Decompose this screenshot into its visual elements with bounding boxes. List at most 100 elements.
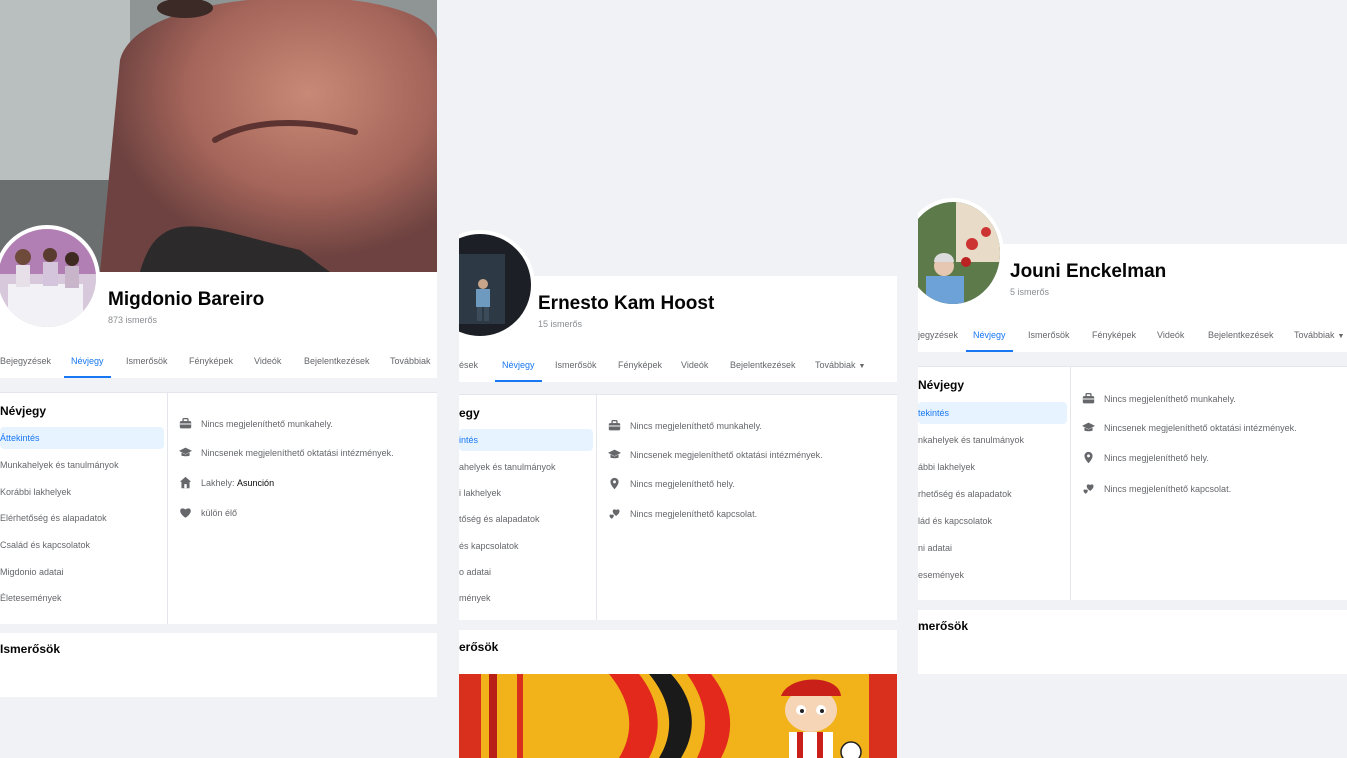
- sidebar-item-life-events[interactable]: események: [918, 564, 964, 586]
- friend-photo-thumbnail[interactable]: [459, 674, 897, 758]
- sidebar-item-work-education[interactable]: nkahelyek és tanulmányok: [918, 429, 1024, 451]
- briefcase-icon: [608, 419, 621, 432]
- info-row-residence: Lakhely: Asunción: [179, 476, 274, 489]
- sidebar-item-details[interactable]: ni adatai: [918, 537, 952, 559]
- info-row-work: Nincs megjeleníthető munkahely.: [179, 417, 333, 430]
- sidebar-item-life-events[interactable]: mények: [459, 587, 491, 609]
- sidebar-item-work-education[interactable]: ahelyek és tanulmányok: [459, 456, 556, 478]
- tab-posts[interactable]: jegyzések: [918, 320, 958, 352]
- sidebar-item-overview[interactable]: intés: [459, 429, 593, 451]
- info-text: Nincs megjeleníthető kapcsolat.: [630, 508, 758, 519]
- tab-videos[interactable]: Videók: [254, 346, 281, 378]
- friends-section: erősök: [459, 630, 897, 674]
- relationship-hearts-icon: [608, 507, 621, 520]
- tab-about[interactable]: Névjegy: [495, 350, 542, 382]
- tab-posts[interactable]: ések: [459, 350, 478, 382]
- info-row-place: Nincs megjeleníthető hely.: [608, 477, 735, 490]
- graduation-cap-icon: [179, 446, 192, 459]
- sidebar-item-places[interactable]: i lakhelyek: [459, 482, 501, 504]
- residence-value[interactable]: Asunción: [237, 478, 274, 488]
- relationship-hearts-icon: [1082, 482, 1095, 495]
- info-text: Nincs megjeleníthető munkahely.: [201, 418, 333, 429]
- info-text: Nincs megjeleníthető hely.: [1104, 452, 1209, 463]
- tab-videos[interactable]: Videók: [1157, 320, 1184, 352]
- briefcase-icon: [179, 417, 192, 430]
- graduation-cap-icon: [608, 448, 621, 461]
- info-text: Lakhely:: [201, 477, 235, 488]
- tab-videos[interactable]: Videók: [681, 350, 708, 382]
- tab-more[interactable]: Továbbiak ▼: [815, 350, 865, 382]
- about-sidebar: Névjegy Áttekintés Munkahelyek és tanulm…: [0, 393, 168, 624]
- tab-photos[interactable]: Fényképek: [189, 346, 233, 378]
- info-text: Nincs megjeleníthető munkahely.: [630, 420, 762, 431]
- about-section: Névjegy Áttekintés Munkahelyek és tanulm…: [0, 392, 437, 624]
- sidebar-item-contact[interactable]: tőség és alapadatok: [459, 508, 540, 530]
- info-row-relationship: külön élő: [179, 506, 237, 519]
- about-section: egy intés ahelyek és tanulmányok i lakhe…: [459, 394, 897, 620]
- info-text: Nincs megjeleníthető kapcsolat.: [1104, 483, 1232, 494]
- info-row-education: Nincsenek megjeleníthető oktatási intézm…: [1082, 421, 1297, 434]
- info-row-place: Nincs megjeleníthető hely.: [1082, 451, 1209, 464]
- friends-section: merősök: [918, 610, 1347, 674]
- tab-posts[interactable]: Bejegyzések: [0, 346, 51, 378]
- info-row-work: Nincs megjeleníthető munkahely.: [1082, 392, 1236, 405]
- profile-name: Jouni Enckelman: [1010, 261, 1167, 282]
- tab-more[interactable]: Továbbiak ▼: [1294, 320, 1344, 352]
- tab-more[interactable]: Továbbiak: [390, 346, 431, 378]
- sidebar-item-family[interactable]: Család és kapcsolatok: [0, 534, 90, 556]
- sidebar-item-contact[interactable]: Elérhetőség és alapadatok: [0, 507, 107, 529]
- tab-checkins[interactable]: Bejelentkezések: [730, 350, 796, 382]
- sidebar-item-details[interactable]: o adatai: [459, 561, 491, 583]
- location-pin-icon: [608, 477, 621, 490]
- info-text: Nincsenek megjeleníthető oktatási intézm…: [201, 447, 394, 458]
- about-section: Névjegy tekintés nkahelyek és tanulmányo…: [918, 366, 1347, 600]
- tab-checkins[interactable]: Bejelentkezések: [304, 346, 370, 378]
- tab-photos[interactable]: Fényképek: [1092, 320, 1136, 352]
- sidebar-item-life-events[interactable]: Életesemények: [0, 587, 62, 609]
- profile-tabs: ések Névjegy Ismerősök Fényképek Videók …: [459, 350, 897, 382]
- sidebar-item-family[interactable]: és kapcsolatok: [459, 535, 519, 557]
- sidebar-item-work-education[interactable]: Munkahelyek és tanulmányok: [0, 454, 119, 476]
- briefcase-icon: [1082, 392, 1095, 405]
- friends-count[interactable]: 873 ismerős: [108, 315, 157, 325]
- info-row-relationship: Nincs megjeleníthető kapcsolat.: [608, 507, 757, 520]
- sidebar-item-family[interactable]: lád és kapcsolatok: [918, 510, 992, 532]
- info-row-relationship: Nincs megjeleníthető kapcsolat.: [1082, 482, 1231, 495]
- info-text: Nincs megjeleníthető hely.: [630, 478, 735, 489]
- info-text: Nincsenek megjeleníthető oktatási intézm…: [630, 449, 823, 460]
- chevron-down-icon: ▼: [858, 363, 866, 370]
- sidebar-item-contact[interactable]: rhetőség és alapadatok: [918, 483, 1012, 505]
- tab-about[interactable]: Névjegy: [966, 320, 1013, 352]
- info-text: Nincs megjeleníthető munkahely.: [1104, 393, 1236, 404]
- profile-panel-ernesto: Ernesto Kam Hoost 15 ismerős ések Névjeg…: [459, 0, 897, 758]
- tab-friends[interactable]: Ismerősök: [1028, 320, 1070, 352]
- sidebar-item-overview[interactable]: Áttekintés: [0, 427, 164, 449]
- profile-tabs: Bejegyzések Névjegy Ismerősök Fényképek …: [0, 346, 437, 378]
- cover-photo: [459, 0, 897, 276]
- tab-about[interactable]: Névjegy: [64, 346, 111, 378]
- tab-photos[interactable]: Fényképek: [618, 350, 662, 382]
- about-sidebar: Névjegy tekintés nkahelyek és tanulmányo…: [918, 367, 1071, 600]
- tab-checkins[interactable]: Bejelentkezések: [1208, 320, 1274, 352]
- tab-friends[interactable]: Ismerősök: [555, 350, 597, 382]
- sidebar-item-overview[interactable]: tekintés: [918, 402, 1067, 424]
- about-title: egy: [459, 406, 480, 420]
- info-row-work: Nincs megjeleníthető munkahely.: [608, 419, 762, 432]
- sidebar-item-places[interactable]: ábbi lakhelyek: [918, 456, 975, 478]
- friends-section-title: Ismerősök: [0, 642, 61, 656]
- profile-name: Ernesto Kam Hoost: [538, 293, 715, 314]
- friends-count[interactable]: 5 ismerős: [1010, 287, 1049, 297]
- profile-tabs: jegyzések Névjegy Ismerősök Fényképek Vi…: [918, 320, 1347, 352]
- friends-section-title: erősök: [459, 640, 499, 654]
- home-icon: [179, 476, 192, 489]
- info-row-education: Nincsenek megjeleníthető oktatási intézm…: [179, 446, 394, 459]
- about-sidebar: egy intés ahelyek és tanulmányok i lakhe…: [459, 395, 597, 620]
- sidebar-item-details[interactable]: Migdonio adatai: [0, 561, 64, 583]
- tab-friends[interactable]: Ismerősök: [126, 346, 168, 378]
- sidebar-item-places[interactable]: Korábbi lakhelyek: [0, 481, 71, 503]
- info-text: Nincsenek megjeleníthető oktatási intézm…: [1104, 422, 1297, 433]
- friends-section-title: merősök: [918, 619, 969, 633]
- about-title: Névjegy: [0, 404, 47, 418]
- friends-count[interactable]: 15 ismerős: [538, 319, 582, 329]
- location-pin-icon: [1082, 451, 1095, 464]
